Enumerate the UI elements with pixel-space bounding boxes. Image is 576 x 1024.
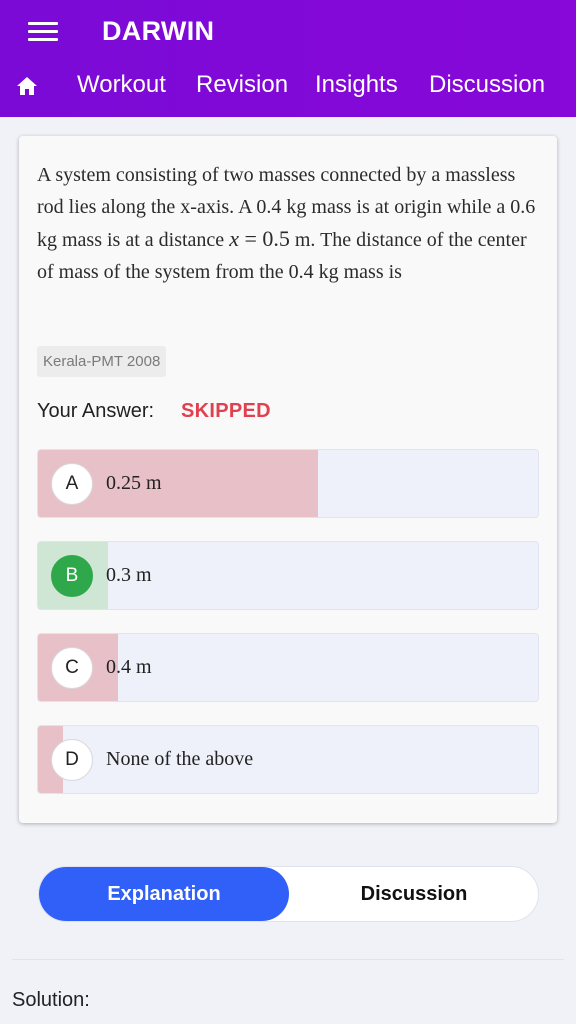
explanation-discussion-toggle: Explanation Discussion bbox=[38, 866, 539, 922]
nav-item-workout[interactable]: Workout bbox=[77, 71, 166, 99]
menu-icon[interactable] bbox=[28, 22, 58, 42]
nav-item-discussion[interactable]: Discussion bbox=[429, 71, 545, 99]
option-a[interactable]: A 0.25 m bbox=[37, 449, 539, 518]
option-d[interactable]: D None of the above bbox=[37, 725, 539, 794]
nav-bar: Workout Revision Insights Discussion bbox=[0, 62, 576, 112]
question-text: A system consisting of two masses connec… bbox=[37, 160, 542, 288]
option-text: 0.3 m bbox=[106, 564, 152, 586]
question-card: A system consisting of two masses connec… bbox=[19, 136, 557, 823]
your-answer-label: Your Answer: bbox=[37, 400, 155, 422]
home-icon[interactable] bbox=[14, 74, 40, 98]
option-letter: A bbox=[51, 463, 93, 505]
option-letter: C bbox=[51, 647, 93, 689]
divider bbox=[12, 959, 564, 960]
answer-status: SKIPPED bbox=[181, 400, 271, 422]
app-title: DARWIN bbox=[102, 16, 215, 46]
nav-item-revision[interactable]: Revision bbox=[196, 71, 288, 99]
option-text: 0.4 m bbox=[106, 656, 152, 678]
source-tag: Kerala-PMT 2008 bbox=[37, 346, 167, 377]
math-equals: = bbox=[238, 226, 263, 251]
math-value: 0.5 bbox=[262, 226, 290, 251]
tab-explanation[interactable]: Explanation bbox=[39, 867, 289, 921]
option-text: 0.25 m bbox=[106, 472, 162, 494]
option-letter: D bbox=[51, 739, 93, 781]
option-text: None of the above bbox=[106, 748, 254, 770]
option-b[interactable]: B 0.3 m bbox=[37, 541, 539, 610]
nav-item-insights[interactable]: Insights bbox=[315, 71, 398, 99]
math-variable: x bbox=[229, 226, 239, 251]
app-header: DARWIN Workout Revision Insights Discuss… bbox=[0, 0, 576, 117]
option-letter: B bbox=[51, 555, 93, 597]
option-c[interactable]: C 0.4 m bbox=[37, 633, 539, 702]
solution-label: Solution: bbox=[12, 989, 90, 1011]
tab-discussion[interactable]: Discussion bbox=[289, 867, 539, 921]
